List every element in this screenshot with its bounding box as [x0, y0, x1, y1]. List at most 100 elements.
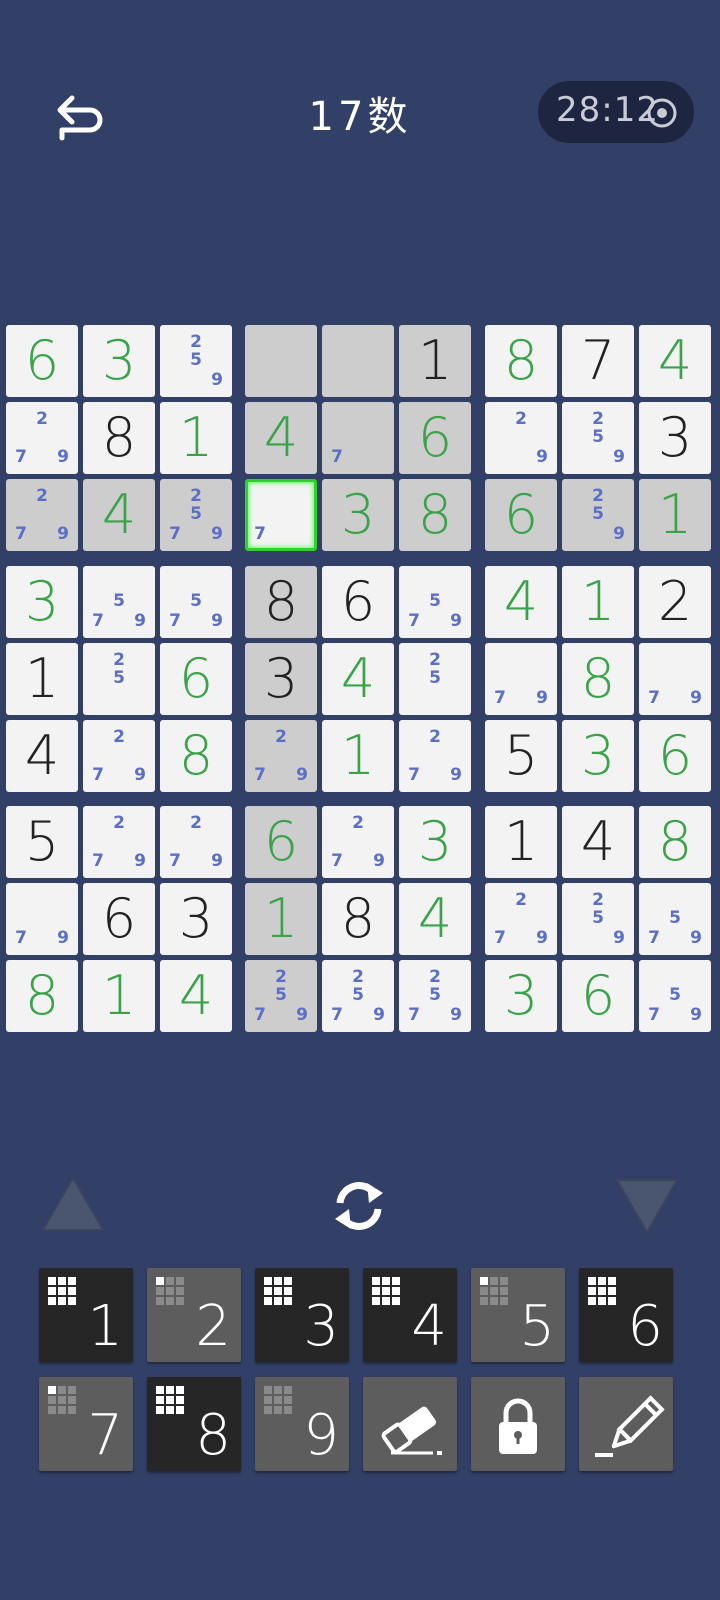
sudoku-cell-r7c9[interactable]: 8 — [639, 806, 711, 878]
sudoku-cell-r4c2[interactable]: 57 9 — [83, 566, 155, 638]
sudoku-cell-r2c9[interactable]: 3 — [639, 402, 711, 474]
sudoku-cell-r2c3[interactable]: 1 — [160, 402, 232, 474]
sudoku-cell-r3c2[interactable]: 4 — [83, 479, 155, 551]
sudoku-cell-r5c3[interactable]: 6 — [160, 643, 232, 715]
sudoku-cell-r3c5[interactable]: 3 — [322, 479, 394, 551]
sudoku-cell-r7c2[interactable]: 27 9 — [83, 806, 155, 878]
sudoku-cell-r9c3[interactable]: 4 — [160, 960, 232, 1032]
sudoku-cell-r8c6[interactable]: 4 — [399, 883, 471, 955]
sudoku-cell-r9c7[interactable]: 3 — [485, 960, 557, 1032]
sudoku-cell-r4c8[interactable]: 1 — [562, 566, 634, 638]
digit-key-6[interactable]: 6 — [579, 1268, 673, 1362]
sudoku-cell-r7c8[interactable]: 4 — [562, 806, 634, 878]
digit-key-3[interactable]: 3 — [255, 1268, 349, 1362]
sudoku-cell-r5c9[interactable]: 79 — [639, 643, 711, 715]
sudoku-cell-r5c8[interactable]: 8 — [562, 643, 634, 715]
sudoku-cell-r1c9[interactable]: 4 — [639, 325, 711, 397]
sudoku-cell-r5c6[interactable]: 25 — [399, 643, 471, 715]
sudoku-cell-r8c4[interactable]: 1 — [245, 883, 317, 955]
sudoku-cell-r1c1[interactable]: 6 — [6, 325, 78, 397]
sudoku-cell-r4c7[interactable]: 4 — [485, 566, 557, 638]
sudoku-cell-r3c3[interactable]: 2579 — [160, 479, 232, 551]
sudoku-cell-r5c4[interactable]: 3 — [245, 643, 317, 715]
sudoku-cell-r8c9[interactable]: 57 9 — [639, 883, 711, 955]
sudoku-cell-r4c3[interactable]: 57 9 — [160, 566, 232, 638]
sudoku-cell-r1c8[interactable]: 7 — [562, 325, 634, 397]
digit-key-7[interactable]: 7 — [39, 1377, 133, 1471]
sudoku-cell-r6c7[interactable]: 5 — [485, 720, 557, 792]
cell-value: 2 — [657, 570, 693, 633]
digit-key-1[interactable]: 1 — [39, 1268, 133, 1362]
sudoku-cell-r3c9[interactable]: 1 — [639, 479, 711, 551]
sudoku-cell-r9c9[interactable]: 57 9 — [639, 960, 711, 1032]
sudoku-cell-r8c7[interactable]: 27 9 — [485, 883, 557, 955]
sudoku-cell-r4c9[interactable]: 2 — [639, 566, 711, 638]
sudoku-cell-r6c1[interactable]: 4 — [6, 720, 78, 792]
sudoku-cell-r9c8[interactable]: 6 — [562, 960, 634, 1032]
sudoku-cell-r6c4[interactable]: 27 9 — [245, 720, 317, 792]
sudoku-cell-r9c2[interactable]: 1 — [83, 960, 155, 1032]
sudoku-cell-r6c6[interactable]: 27 9 — [399, 720, 471, 792]
refresh-icon[interactable] — [326, 1173, 392, 1239]
sudoku-cell-r7c1[interactable]: 5 — [6, 806, 78, 878]
sudoku-cell-r1c7[interactable]: 8 — [485, 325, 557, 397]
digit-key-9[interactable]: 9 — [255, 1377, 349, 1471]
sudoku-cell-r4c6[interactable]: 57 9 — [399, 566, 471, 638]
sudoku-cell-r9c6[interactable]: 2579 — [399, 960, 471, 1032]
sudoku-cell-r8c8[interactable]: 259 — [562, 883, 634, 955]
digit-key-8[interactable]: 8 — [147, 1377, 241, 1471]
triangle-down-icon[interactable] — [614, 1177, 680, 1235]
sudoku-cell-r5c5[interactable]: 4 — [322, 643, 394, 715]
sudoku-cell-r2c7[interactable]: 29 — [485, 402, 557, 474]
sudoku-cell-r3c8[interactable]: 259 — [562, 479, 634, 551]
sudoku-cell-r2c5[interactable]: 7 — [322, 402, 394, 474]
sudoku-cell-r8c1[interactable]: 79 — [6, 883, 78, 955]
sudoku-cell-r3c1[interactable]: 27 9 — [6, 479, 78, 551]
sudoku-cell-r3c7[interactable]: 6 — [485, 479, 557, 551]
lock-button[interactable] — [471, 1377, 565, 1471]
sudoku-cell-r6c2[interactable]: 27 9 — [83, 720, 155, 792]
pencil-note: 2 — [352, 813, 364, 833]
sudoku-cell-r6c9[interactable]: 6 — [639, 720, 711, 792]
sudoku-cell-r5c7[interactable]: 79 — [485, 643, 557, 715]
sudoku-cell-r9c5[interactable]: 2579 — [322, 960, 394, 1032]
sudoku-cell-r6c3[interactable]: 8 — [160, 720, 232, 792]
pencil-button[interactable] — [579, 1377, 673, 1471]
sudoku-cell-r5c1[interactable]: 1 — [6, 643, 78, 715]
sudoku-cell-r6c5[interactable]: 1 — [322, 720, 394, 792]
sudoku-cell-r8c2[interactable]: 6 — [83, 883, 155, 955]
sudoku-cell-r5c2[interactable]: 25 — [83, 643, 155, 715]
sudoku-cell-r8c3[interactable]: 3 — [160, 883, 232, 955]
digit-key-5[interactable]: 5 — [471, 1268, 565, 1362]
sudoku-cell-r1c4[interactable] — [245, 325, 317, 397]
sudoku-cell-r1c5[interactable] — [322, 325, 394, 397]
sudoku-cell-r1c6[interactable]: 1 — [399, 325, 471, 397]
sudoku-cell-r7c6[interactable]: 3 — [399, 806, 471, 878]
sudoku-cell-r8c5[interactable]: 8 — [322, 883, 394, 955]
sudoku-cell-r1c3[interactable]: 259 — [160, 325, 232, 397]
sudoku-cell-r7c5[interactable]: 27 9 — [322, 806, 394, 878]
sudoku-cell-r6c8[interactable]: 3 — [562, 720, 634, 792]
progress-grid-icon — [48, 1386, 76, 1414]
sudoku-cell-r2c8[interactable]: 259 — [562, 402, 634, 474]
eraser-button[interactable] — [363, 1377, 457, 1471]
digit-key-label: 7 — [87, 1403, 123, 1468]
sudoku-cell-r7c3[interactable]: 27 9 — [160, 806, 232, 878]
sudoku-cell-r7c7[interactable]: 1 — [485, 806, 557, 878]
sudoku-cell-r4c5[interactable]: 6 — [322, 566, 394, 638]
sudoku-cell-r4c4[interactable]: 8 — [245, 566, 317, 638]
sudoku-cell-r1c2[interactable]: 3 — [83, 325, 155, 397]
sudoku-cell-r3c6[interactable]: 8 — [399, 479, 471, 551]
sudoku-cell-r2c1[interactable]: 27 9 — [6, 402, 78, 474]
sudoku-cell-r3c4[interactable]: 7 — [245, 479, 317, 551]
sudoku-cell-r9c1[interactable]: 8 — [6, 960, 78, 1032]
digit-key-2[interactable]: 2 — [147, 1268, 241, 1362]
sudoku-cell-r7c4[interactable]: 6 — [245, 806, 317, 878]
sudoku-cell-r4c1[interactable]: 3 — [6, 566, 78, 638]
triangle-up-icon[interactable] — [40, 1175, 106, 1233]
sudoku-cell-r2c4[interactable]: 4 — [245, 402, 317, 474]
sudoku-cell-r9c4[interactable]: 2579 — [245, 960, 317, 1032]
sudoku-cell-r2c2[interactable]: 8 — [83, 402, 155, 474]
digit-key-4[interactable]: 4 — [363, 1268, 457, 1362]
sudoku-cell-r2c6[interactable]: 6 — [399, 402, 471, 474]
